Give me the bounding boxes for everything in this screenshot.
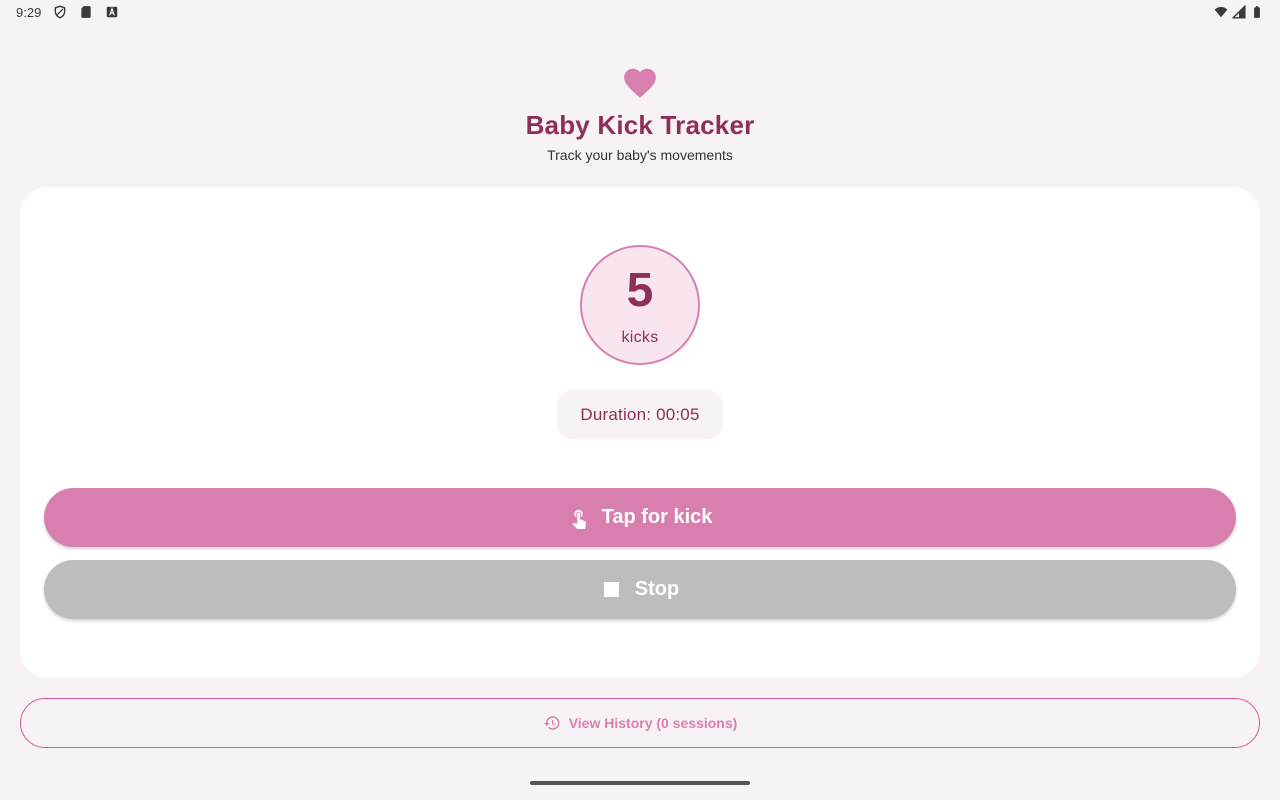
navigation-handle[interactable] <box>530 781 750 785</box>
page-subtitle: Track your baby's movements <box>547 147 733 163</box>
battery-icon <box>1250 5 1264 19</box>
view-history-label: View History (0 sessions) <box>568 715 738 731</box>
tap-for-kick-label: Tap for kick <box>601 506 713 528</box>
wifi-icon <box>1214 5 1228 19</box>
stop-icon <box>601 579 623 601</box>
stop-label: Stop <box>634 578 680 600</box>
status-time: 9:29 <box>16 4 42 20</box>
cellular-icon <box>1232 5 1246 19</box>
history-icon <box>543 714 561 732</box>
kick-count-label: kicks <box>621 329 659 346</box>
duration-chip: Duration: 00:05 <box>557 390 723 439</box>
app-header: Baby Kick Tracker Track your baby's move… <box>0 64 1280 163</box>
touch-icon <box>568 507 590 529</box>
kick-count-value: 5 <box>626 264 654 317</box>
stop-button[interactable]: Stop <box>44 560 1236 619</box>
sd-card-icon <box>79 5 93 19</box>
kick-session-card: 5 kicks Duration: 00:05 Tap for kick Sto… <box>20 187 1260 678</box>
status-bar-left: 9:29 <box>16 5 119 20</box>
kick-counter: 5 kicks <box>580 245 700 365</box>
status-bar-right <box>1214 5 1264 19</box>
heart-icon <box>624 68 656 98</box>
view-history-button[interactable]: View History (0 sessions) <box>20 698 1260 748</box>
shield-icon <box>53 5 67 19</box>
page-title: Baby Kick Tracker <box>525 110 755 140</box>
status-bar: 9:29 <box>0 0 1280 24</box>
tap-for-kick-button[interactable]: Tap for kick <box>44 488 1236 547</box>
keyboard-a-icon <box>105 5 119 19</box>
